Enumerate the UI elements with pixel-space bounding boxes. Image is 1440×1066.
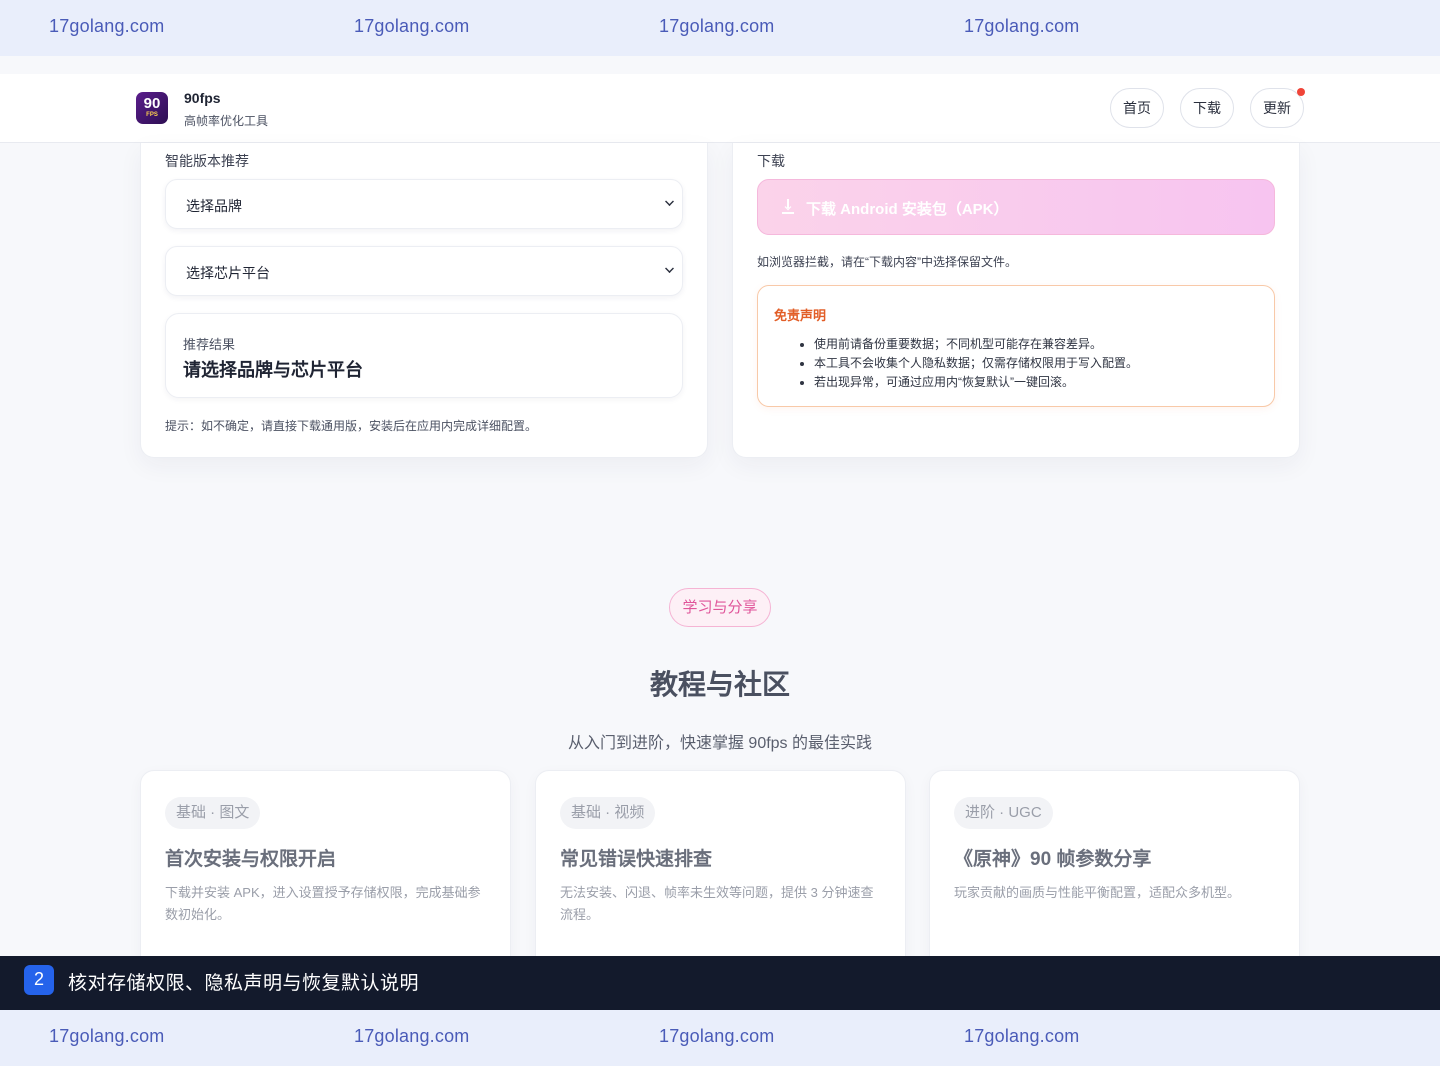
download-section-label: 下载 bbox=[757, 153, 785, 169]
tutorial-desc: 玩家贡献的画质与性能平衡配置，适配众多机型。 bbox=[954, 885, 1241, 900]
tutorial-title: 首次安装与权限开启 bbox=[165, 849, 337, 870]
brand-select-value: 选择品牌 bbox=[186, 198, 242, 214]
chip-select-value: 选择芯片平台 bbox=[186, 265, 270, 281]
disclaimer-item: 使用前请备份重要数据；不同机型可能存在兼容差异。 bbox=[814, 335, 1138, 354]
tutorial-desc: 下载并安装 APK，进入设置授予存储权限，完成基础参数初始化。 bbox=[165, 885, 481, 922]
download-icon bbox=[782, 199, 794, 214]
tutorials-subtitle: 从入门到进阶，快速掌握 90fps 的最佳实践 bbox=[567, 735, 873, 752]
logo-number: 90 bbox=[143, 95, 161, 112]
update-notification-dot bbox=[1297, 88, 1305, 96]
watermark-text: 17golang.com bbox=[659, 1026, 775, 1046]
step-banner-text: 核对存储权限、隐私声明与恢复默认说明 bbox=[68, 973, 420, 994]
brand-select[interactable]: 选择品牌 bbox=[165, 179, 683, 229]
tutorial-tag: 基础 · 视频 bbox=[560, 797, 656, 829]
download-apk-label: 下载 Android 安装包（APK） bbox=[806, 201, 1009, 218]
chevron-down-icon bbox=[665, 264, 674, 273]
tutorials-title: 教程与社区 bbox=[649, 669, 790, 700]
tutorial-card[interactable]: 基础 · 图文 首次安装与权限开启 下载并安装 APK，进入设置授予存储权限，完… bbox=[140, 770, 511, 970]
recommend-card: 智能版本推荐 选择品牌 选择芯片平台 推荐结果 请选择品牌与芯片平台 提示：如不… bbox=[140, 143, 708, 458]
watermark-text: 17golang.com bbox=[964, 16, 1080, 36]
app-logo-icon[interactable]: 90 FPS bbox=[136, 92, 168, 124]
watermark-text: 17golang.com bbox=[354, 1026, 470, 1046]
result-label: 推荐结果 bbox=[183, 337, 236, 352]
recommend-hint: 提示：如不确定，请直接下载通用版，安装后在应用内完成详细配置。 bbox=[165, 419, 538, 433]
watermark-text: 17golang.com bbox=[354, 16, 470, 36]
disclaimer-item: 本工具不会收集个人隐私数据；仅需存储权限用于写入配置。 bbox=[814, 354, 1138, 373]
tutorial-desc: 无法安装、闪退、帧率未生效等问题，提供 3 分钟速查流程。 bbox=[560, 885, 874, 922]
download-apk-button[interactable]: 下载 Android 安装包（APK） bbox=[757, 179, 1275, 235]
result-value: 请选择品牌与芯片平台 bbox=[183, 360, 363, 380]
logo-caption: FPS bbox=[146, 112, 158, 118]
download-card: 下载 下载 Android 安装包（APK） 如浏览器拦截，请在“下载内容”中选… bbox=[732, 143, 1300, 458]
section-pill: 学习与分享 bbox=[669, 588, 771, 627]
watermark-band-top: 17golang.com 17golang.com 17golang.com 1… bbox=[0, 0, 1440, 56]
nav-update-button[interactable]: 更新 bbox=[1250, 88, 1304, 128]
watermark-band-bottom: 17golang.com 17golang.com 17golang.com 1… bbox=[0, 1010, 1440, 1066]
tutorial-tag: 基础 · 图文 bbox=[165, 797, 261, 829]
disclaimer-box: 免责声明 使用前请备份重要数据；不同机型可能存在兼容差异。 本工具不会收集个人隐… bbox=[757, 285, 1275, 407]
disclaimer-title: 免责声明 bbox=[774, 308, 827, 323]
step-banner: 2 核对存储权限、隐私声明与恢复默认说明 bbox=[0, 956, 1440, 1010]
tutorial-title: 常见错误快速排查 bbox=[560, 849, 713, 870]
tutorial-card[interactable]: 基础 · 视频 常见错误快速排查 无法安装、闪退、帧率未生效等问题，提供 3 分… bbox=[535, 770, 906, 970]
tutorial-title: 《原神》90 帧参数分享 bbox=[954, 849, 1152, 870]
download-note: 如浏览器拦截，请在“下载内容”中选择保留文件。 bbox=[757, 255, 1017, 269]
step-number-badge: 2 bbox=[24, 965, 54, 995]
brand-tagline: 高帧率优化工具 bbox=[184, 114, 269, 128]
tutorial-card[interactable]: 进阶 · UGC 《原神》90 帧参数分享 玩家贡献的画质与性能平衡配置，适配众… bbox=[929, 770, 1300, 970]
nav-download-button[interactable]: 下载 bbox=[1180, 88, 1234, 128]
watermark-text: 17golang.com bbox=[964, 1026, 1080, 1046]
watermark-text: 17golang.com bbox=[659, 16, 775, 36]
chip-select[interactable]: 选择芯片平台 bbox=[165, 246, 683, 296]
watermark-text: 17golang.com bbox=[49, 16, 165, 36]
disclaimer-item: 若出现异常，可通过应用内“恢复默认”一键回滚。 bbox=[814, 373, 1138, 392]
tutorial-tag: 进阶 · UGC bbox=[954, 797, 1053, 829]
disclaimer-list: 使用前请备份重要数据；不同机型可能存在兼容差异。 本工具不会收集个人隐私数据；仅… bbox=[814, 335, 1138, 392]
recommend-result-box: 推荐结果 请选择品牌与芯片平台 bbox=[165, 313, 683, 398]
nav-home-button[interactable]: 首页 bbox=[1110, 88, 1164, 128]
brand-name[interactable]: 90fps bbox=[184, 90, 221, 106]
watermark-text: 17golang.com bbox=[49, 1026, 165, 1046]
site-header: 90 FPS 90fps 高帧率优化工具 首页 下载 更新 bbox=[0, 74, 1440, 143]
recommend-section-label: 智能版本推荐 bbox=[165, 153, 249, 169]
chevron-down-icon bbox=[665, 197, 674, 206]
